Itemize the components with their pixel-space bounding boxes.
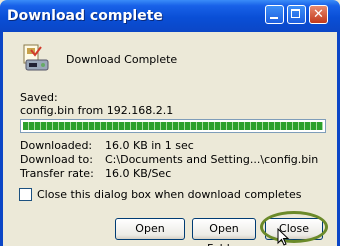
- maximize-icon[interactable]: [287, 5, 306, 24]
- download-file-icon: [23, 44, 49, 71]
- download-to-value: C:\Documents and Setting...\config.bin: [105, 153, 319, 166]
- close-button-highlight: [260, 211, 328, 243]
- open-button[interactable]: Open: [115, 218, 185, 240]
- transfer-rate-label: Transfer rate:: [20, 167, 94, 180]
- window-frame-left: [0, 32, 3, 246]
- close-when-done-checkbox[interactable]: [19, 188, 32, 201]
- title-bar[interactable]: Download complete ✕: [0, 0, 340, 32]
- transfer-rate-value: 16.0 KB/Sec: [105, 167, 172, 180]
- minimize-icon[interactable]: [265, 5, 284, 24]
- saved-file: config.bin from 192.168.2.1: [20, 104, 174, 117]
- downloaded-label: Downloaded:: [20, 139, 93, 152]
- downloaded-value: 16.0 KB in 1 sec: [105, 139, 194, 152]
- download-progress-bar: [20, 119, 326, 133]
- open-folder-button[interactable]: Open Folder: [192, 218, 256, 246]
- progress-fill: [23, 122, 323, 130]
- mouse-pointer-icon: [277, 228, 290, 246]
- close-icon[interactable]: ✕: [309, 5, 328, 24]
- download-dialog: Download complete ✕ Download Complete Sa…: [0, 0, 340, 246]
- window-title: Download complete: [7, 8, 163, 24]
- download-to-label: Download to:: [20, 153, 93, 166]
- saved-label: Saved:: [20, 91, 58, 104]
- close-when-done-label[interactable]: Close this dialog box when download comp…: [37, 188, 301, 201]
- dialog-heading: Download Complete: [66, 53, 178, 66]
